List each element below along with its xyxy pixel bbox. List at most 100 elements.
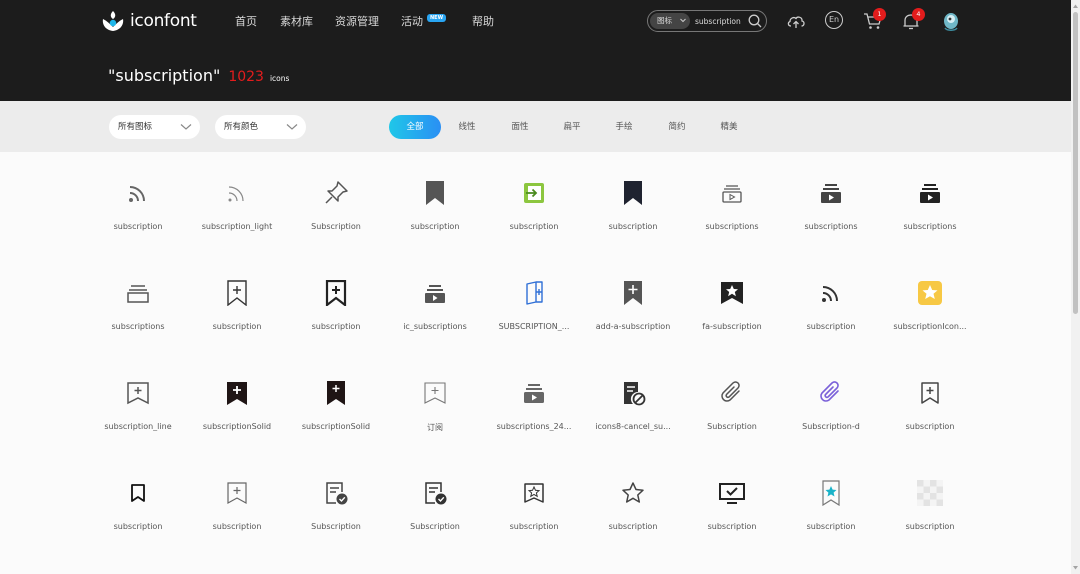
bookmark-add-icon [227, 482, 247, 505]
icon-type-select[interactable]: 所有图标 [109, 115, 200, 139]
icon-card[interactable]: subscriptionIcon... [887, 252, 973, 332]
icon-card[interactable]: Subscription-d [788, 352, 874, 432]
bookmark-star-icon [721, 282, 743, 304]
scroll-up-arrow-icon[interactable] [1072, 2, 1079, 10]
icon-color-select[interactable]: 所有颜色 [215, 115, 306, 139]
video-stack-icon [722, 185, 742, 203]
icon-card[interactable]: subscription_light [194, 152, 280, 232]
vertical-scrollbar[interactable] [1071, 0, 1080, 574]
icon-card[interactable]: subscription [95, 452, 181, 532]
bookmark-add-icon [327, 381, 345, 405]
rss-light-icon [228, 186, 244, 202]
icon-card[interactable]: subscription_line [95, 352, 181, 432]
icon-name: subscription [509, 222, 559, 231]
icon-name: Subscription [410, 522, 460, 531]
icon-name: subscription [509, 522, 559, 531]
icon-card[interactable]: subscription [887, 352, 973, 432]
paperclip-icon [820, 381, 839, 402]
icon-name: subscriptions [804, 222, 858, 231]
notification-count-badge: 4 [912, 8, 925, 21]
login-arrow-icon [524, 183, 544, 203]
nav-item-help[interactable]: 帮助 [472, 13, 494, 29]
icon-name: subscription [608, 222, 658, 231]
icon-card[interactable]: subscription [590, 152, 676, 232]
tab-exquisite[interactable]: 精美 [713, 115, 745, 139]
icon-name: subscription [905, 422, 955, 431]
tab-line[interactable]: 线性 [451, 115, 483, 139]
transparent-placeholder-icon [917, 480, 943, 506]
icon-card[interactable]: subscription [491, 152, 577, 232]
icon-card[interactable]: subscriptionSolid [194, 352, 280, 432]
tab-flat[interactable]: 扁平 [556, 115, 588, 139]
search-input[interactable] [695, 14, 747, 29]
icon-card[interactable]: subscription [788, 252, 874, 332]
tab-simple[interactable]: 简约 [661, 115, 693, 139]
language-toggle[interactable]: En [825, 11, 843, 29]
icon-name: Subscription-d [802, 422, 860, 431]
icon-name: subscription [806, 322, 856, 331]
bookmark-add-icon [325, 280, 347, 306]
nav-item-library[interactable]: 素材库 [280, 13, 313, 29]
icon-card[interactable]: subscription [590, 452, 676, 532]
rss-icon [822, 286, 838, 302]
icon-name: Subscription [311, 222, 361, 231]
icon-type-select-value: 所有图标 [118, 122, 153, 132]
nav-item-home[interactable]: 首页 [235, 13, 257, 29]
icon-name: subscription [113, 222, 163, 231]
scrollbar-thumb[interactable] [1073, 12, 1078, 314]
icon-name: subscription_light [201, 222, 273, 231]
star-badge-icon [918, 281, 942, 305]
icon-name: icons8-cancel_su... [595, 422, 671, 431]
icon-card[interactable]: subscription [392, 152, 478, 232]
icon-card[interactable]: icons8-cancel_su... [590, 352, 676, 432]
icon-card[interactable]: Subscription [293, 452, 379, 532]
logo[interactable]: iconfont [101, 9, 197, 33]
icon-card[interactable]: add-a-subscription [590, 252, 676, 332]
icon-card[interactable]: subscriptions [95, 252, 181, 332]
icon-card[interactable]: subscription [95, 152, 181, 232]
icon-card[interactable]: subscriptions [887, 152, 973, 232]
nav-item-activity[interactable]: 活动 [401, 13, 423, 29]
icon-card[interactable]: subscriptions_24... [491, 352, 577, 432]
icon-card[interactable]: subscription [194, 452, 280, 532]
result-unit: icons [269, 74, 290, 83]
icon-card[interactable]: subscription [689, 452, 775, 532]
icon-card[interactable]: Subscription [392, 452, 478, 532]
icon-name: subscriptionIcon... [893, 322, 967, 331]
paperclip-icon [721, 381, 740, 402]
bookmark-icon [131, 484, 145, 502]
search-box: 图标 [647, 10, 767, 32]
avatar[interactable] [941, 10, 961, 32]
iconfont-logo-icon [102, 11, 124, 31]
icon-card[interactable]: Subscription [293, 152, 379, 232]
scroll-down-arrow-icon[interactable] [1072, 564, 1079, 572]
icon-card[interactable]: subscription [293, 252, 379, 332]
icon-card[interactable]: subscription [788, 452, 874, 532]
tab-fill[interactable]: 面性 [504, 115, 536, 139]
icon-card[interactable]: subscription [887, 452, 973, 532]
icon-card[interactable]: SUBSCRIPTION_... [491, 252, 577, 332]
icon-card[interactable]: subscriptions [788, 152, 874, 232]
icon-name: subscriptions [903, 222, 957, 231]
tab-handdrawn[interactable]: 手绘 [608, 115, 640, 139]
icon-card[interactable]: subscription [194, 252, 280, 332]
icon-grid: subscription subscription_light Subscrip… [0, 152, 1071, 574]
icon-name: subscription [311, 322, 361, 331]
bookmark-add-icon [127, 382, 149, 405]
icon-card[interactable]: subscription [491, 452, 577, 532]
nav-item-resources[interactable]: 资源管理 [335, 13, 379, 29]
search-type-select[interactable]: 图标 [650, 13, 690, 29]
icon-card[interactable]: ic_subscriptions [392, 252, 478, 332]
search-icon[interactable] [747, 13, 763, 29]
icon-card[interactable]: Subscription [689, 352, 775, 432]
tab-all[interactable]: 全部 [389, 115, 441, 139]
icon-card[interactable]: fa-subscription [689, 252, 775, 332]
video-stack-icon [920, 184, 940, 203]
search-result-title: "subscription" 1023 icons [108, 66, 289, 85]
icon-card[interactable]: 订阅 [392, 352, 478, 432]
icon-card[interactable]: subscriptionSolid [293, 352, 379, 432]
icon-name: subscription_line [104, 422, 172, 431]
icon-card[interactable]: subscriptions [689, 152, 775, 232]
icon-name: Subscription [311, 522, 361, 531]
cloud-upload-icon[interactable] [786, 11, 806, 31]
